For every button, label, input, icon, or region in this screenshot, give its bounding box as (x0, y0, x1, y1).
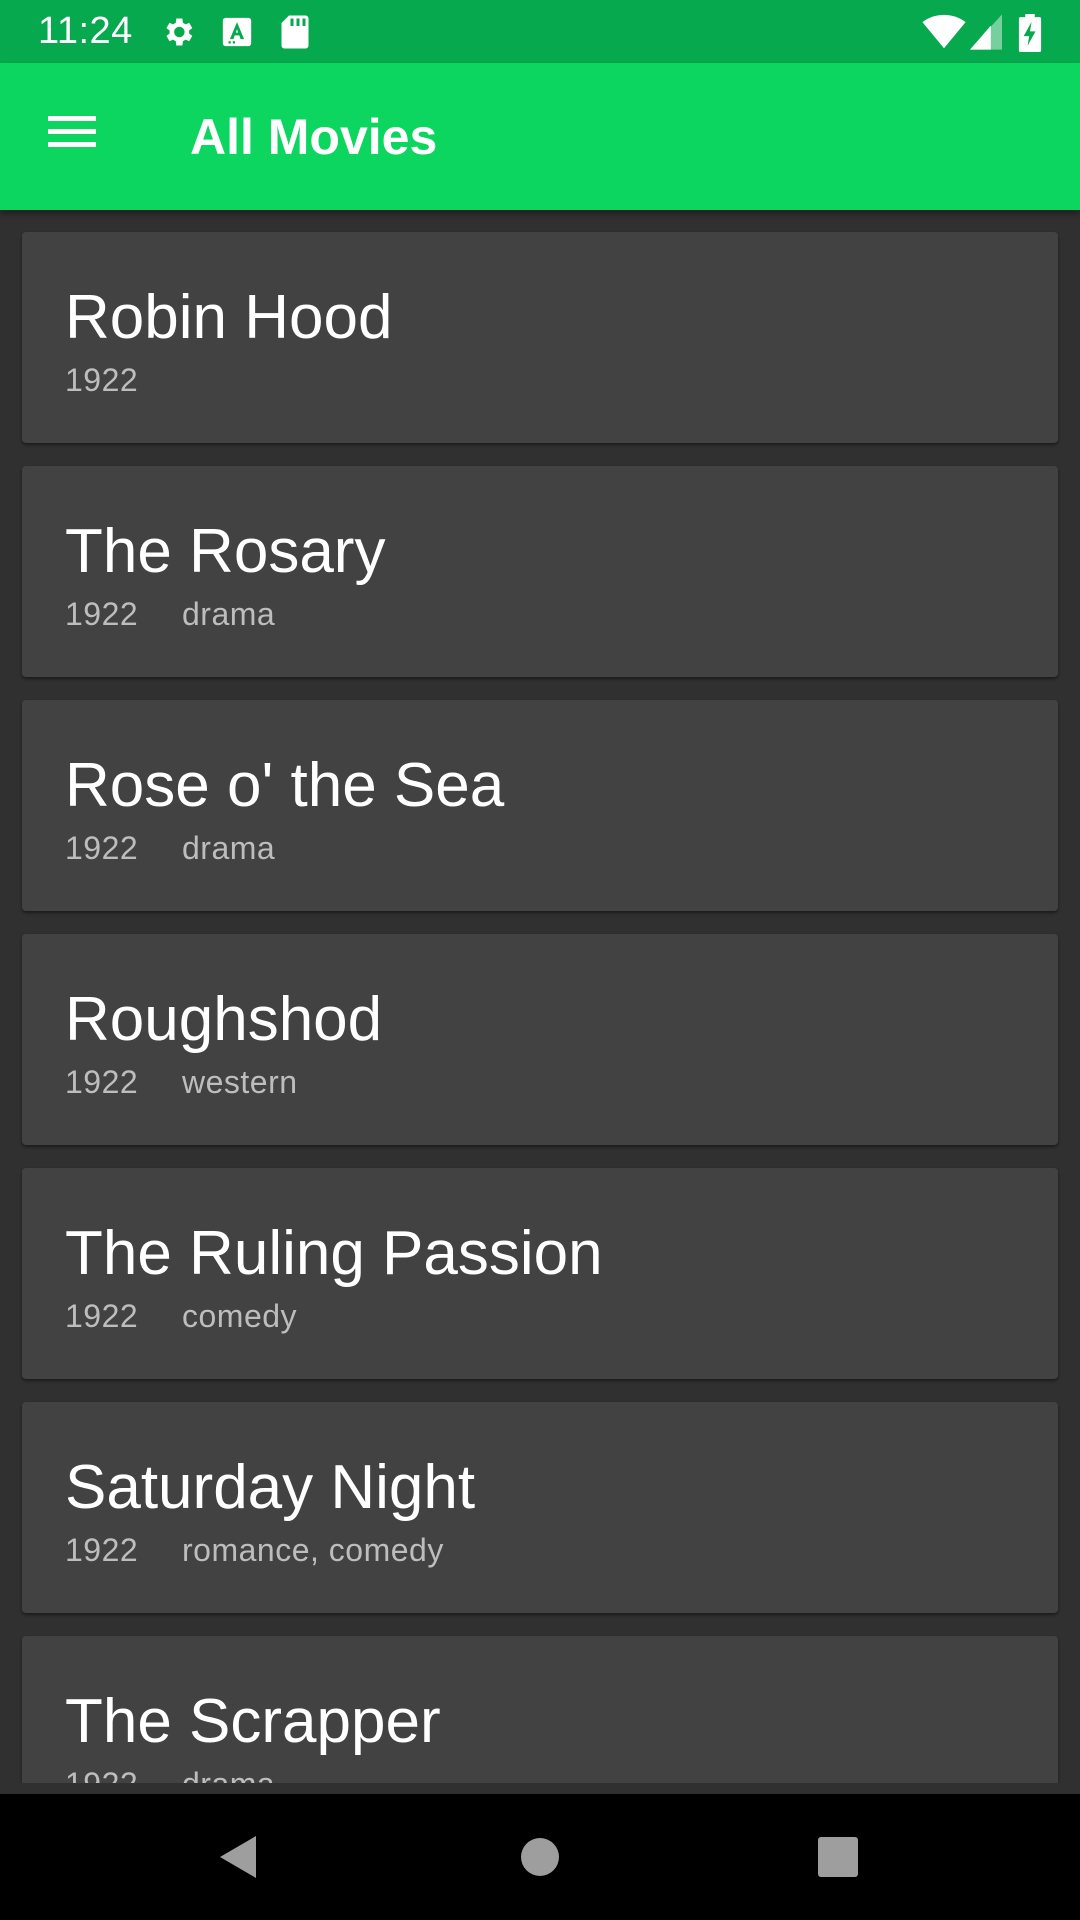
movie-year: 1922 (65, 362, 139, 398)
movie-genre: romance, comedy (182, 1532, 444, 1568)
movie-title: The Rosary (65, 517, 386, 586)
sd-card-icon (280, 14, 310, 50)
movie-title: Saturday Night (65, 1453, 476, 1522)
app-bar: All Movies (0, 63, 1080, 210)
movie-card-the-ruling-passion[interactable]: The Ruling Passion 1922 comedy (22, 1168, 1058, 1379)
menu-icon[interactable] (34, 103, 112, 169)
movie-title: Rose o' the Sea (65, 751, 505, 820)
movie-genre: drama (182, 596, 276, 632)
back-icon[interactable] (206, 1824, 272, 1890)
movie-year: 1922 (65, 596, 139, 632)
movie-title: The Ruling Passion (65, 1219, 603, 1288)
movie-genre: drama (182, 1764, 275, 1783)
movie-year: 1922 (65, 1532, 139, 1568)
movie-genre: drama (182, 830, 276, 866)
recents-icon[interactable] (805, 1824, 871, 1890)
movie-card-roughshod[interactable]: Roughshod 1922 western (22, 934, 1058, 1145)
movie-card-the-scrapper[interactable]: The Scrapper 1922 drama (22, 1636, 1058, 1783)
movie-title: Roughshod (65, 985, 383, 1054)
movie-year: 1922 (65, 1298, 139, 1334)
cell-signal-icon (970, 14, 1002, 50)
home-icon[interactable] (507, 1824, 573, 1890)
movie-title: The Scrapper (65, 1687, 441, 1756)
status-time: 11:24 (38, 10, 133, 52)
navigation-bar (0, 1794, 1080, 1920)
movie-genre: western (182, 1064, 298, 1100)
wifi-icon (922, 14, 966, 50)
movie-list[interactable]: Robin Hood 1922 The Rosary 1922 drama Ro… (0, 210, 1080, 1783)
movie-card-rose-o-the-sea[interactable]: Rose o' the Sea 1922 drama (22, 700, 1058, 911)
movie-title: Robin Hood (65, 283, 393, 352)
keyboard-a-icon (220, 14, 254, 50)
movie-card-saturday-night[interactable]: Saturday Night 1922 romance, comedy (22, 1402, 1058, 1613)
movie-year: 1922 (65, 1764, 138, 1783)
movie-card-robin-hood[interactable]: Robin Hood 1922 (22, 232, 1058, 443)
battery-charging-icon (1018, 14, 1042, 52)
movie-card-the-rosary[interactable]: The Rosary 1922 drama (22, 466, 1058, 677)
page-title: All Movies (190, 109, 438, 165)
movie-year: 1922 (65, 830, 139, 866)
movie-genre: comedy (182, 1298, 298, 1334)
settings-icon (160, 14, 196, 50)
status-bar: 11:24 (0, 0, 1080, 63)
movie-year: 1922 (65, 1064, 139, 1100)
